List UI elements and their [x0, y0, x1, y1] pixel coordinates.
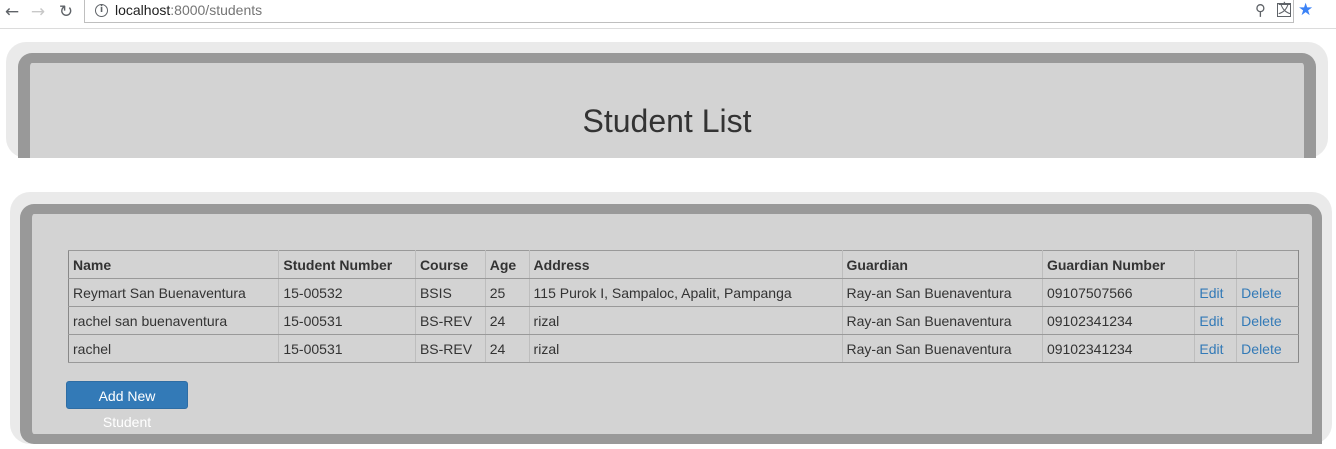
cell-name: rachel — [67, 334, 280, 363]
cell-age: 25 — [484, 278, 530, 307]
cell-name: rachel san buenaventura — [67, 306, 280, 335]
edit-link[interactable]: Edit — [1199, 285, 1223, 301]
delete-link[interactable]: Delete — [1241, 313, 1281, 329]
column-header-age: Age — [484, 250, 530, 279]
delete-link[interactable]: Delete — [1241, 341, 1281, 357]
delete-cell: Delete — [1236, 278, 1299, 307]
translate-icon[interactable]: 文 — [1277, 3, 1291, 17]
browser-toolbar: ← → ↻ i localhost:8000/students ⚲ 文 ★ — [0, 0, 1336, 29]
delete-cell: Delete — [1236, 334, 1299, 363]
table-row: Reymart San Buenaventura 15-00532 BSIS 2… — [67, 278, 1299, 307]
table-row: rachel san buenaventura 15-00531 BS-REV … — [67, 306, 1299, 335]
cell-guardian-number: 09102341234 — [1041, 334, 1196, 363]
student-list-inner: Name Student Number Course Age Address G… — [20, 204, 1322, 444]
edit-cell: Edit — [1194, 306, 1238, 335]
reload-icon[interactable]: ↻ — [56, 2, 76, 22]
back-icon[interactable]: ← — [2, 2, 22, 22]
cell-guardian-number: 09107507566 — [1041, 278, 1196, 307]
edit-cell: Edit — [1194, 334, 1238, 363]
column-header-course: Course — [414, 250, 486, 279]
table-header-row: Name Student Number Course Age Address G… — [67, 250, 1299, 279]
cell-address: 115 Purok I, Sampaloc, Apalit, Pampanga — [528, 278, 843, 307]
url-text[interactable]: localhost:8000/students — [115, 2, 262, 18]
zoom-icon[interactable]: ⚲ — [1255, 1, 1266, 19]
delete-cell: Delete — [1236, 306, 1299, 335]
column-header-student-number: Student Number — [278, 250, 416, 279]
cell-student-number: 15-00532 — [278, 278, 416, 307]
page-title: Student List — [582, 103, 752, 139]
student-list-panel: Name Student Number Course Age Address G… — [10, 192, 1332, 444]
cell-student-number: 15-00531 — [278, 306, 416, 335]
cell-guardian: Ray-an San Buenaventura — [841, 306, 1043, 335]
table-row: rachel 15-00531 BS-REV 24 rizal Ray-an S… — [67, 334, 1299, 363]
column-header-delete — [1236, 250, 1299, 279]
star-icon[interactable]: ★ — [1298, 0, 1313, 20]
cell-name: Reymart San Buenaventura — [67, 278, 280, 307]
cell-course: BSIS — [414, 278, 486, 307]
header-inner: Student List — [18, 53, 1316, 158]
add-new-student-button[interactable]: Add New Student — [66, 381, 188, 430]
info-icon[interactable]: i — [95, 4, 108, 17]
edit-cell: Edit — [1194, 278, 1238, 307]
cell-course: BS-REV — [414, 334, 486, 363]
forward-icon[interactable]: → — [28, 2, 48, 22]
cell-address: rizal — [528, 306, 843, 335]
header-panel: Student List — [6, 42, 1328, 158]
column-header-guardian: Guardian — [841, 250, 1043, 279]
cell-address: rizal — [528, 334, 843, 363]
delete-link[interactable]: Delete — [1241, 285, 1281, 301]
column-header-name: Name — [67, 250, 280, 279]
cell-age: 24 — [484, 334, 530, 363]
column-header-address: Address — [528, 250, 843, 279]
cell-guardian: Ray-an San Buenaventura — [841, 334, 1043, 363]
cell-course: BS-REV — [414, 306, 486, 335]
edit-link[interactable]: Edit — [1199, 341, 1223, 357]
column-header-edit — [1194, 250, 1238, 279]
students-table: Name Student Number Course Age Address G… — [67, 250, 1299, 363]
cell-guardian: Ray-an San Buenaventura — [841, 278, 1043, 307]
edit-link[interactable]: Edit — [1199, 313, 1223, 329]
column-header-guardian-number: Guardian Number — [1041, 250, 1196, 279]
cell-age: 24 — [484, 306, 530, 335]
cell-guardian-number: 09102341234 — [1041, 306, 1196, 335]
cell-student-number: 15-00531 — [278, 334, 416, 363]
address-bar[interactable]: i localhost:8000/students ⚲ 文 — [84, 0, 1294, 23]
